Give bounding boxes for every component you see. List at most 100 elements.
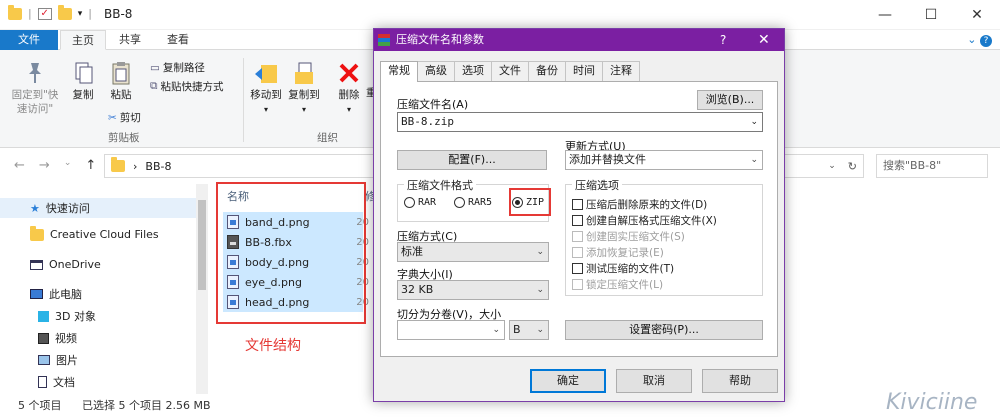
method-select[interactable]: 标准 ⌄ xyxy=(397,242,549,262)
checkbox-solid[interactable]: 创建固实压缩文件(S) xyxy=(572,229,685,244)
search-input[interactable]: 搜索"BB-8" xyxy=(876,154,988,178)
move-to-button[interactable]: 移动到 ▾ xyxy=(248,60,284,117)
selection-info: 已选择 5 个项目 2.56 MB xyxy=(82,399,211,412)
tab-backup[interactable]: 备份 xyxy=(528,61,566,81)
tab-general[interactable]: 常规 xyxy=(380,61,418,82)
tab-view[interactable]: 查看 xyxy=(156,30,200,50)
chevron-down-icon: ⌄ xyxy=(536,285,544,295)
recent-chevron-icon[interactable]: ⌄ xyxy=(64,158,72,173)
paste-shortcut-button[interactable]: ⧉ 粘贴快捷方式 xyxy=(150,79,224,94)
folder-icon xyxy=(30,225,44,241)
checkbox-label: 测试压缩的文件(T) xyxy=(586,263,675,275)
checkbox-icon xyxy=(572,279,583,290)
ok-button[interactable]: 确定 xyxy=(530,369,606,393)
checkbox-recovery[interactable]: 添加恢复记录(E) xyxy=(572,245,664,260)
tab-advanced[interactable]: 高级 xyxy=(417,61,455,81)
copy-label: 复制 xyxy=(72,89,94,101)
radio-label: RAR xyxy=(418,197,437,208)
customize-qat-icon[interactable]: ▾ xyxy=(78,9,83,19)
checkbox-icon xyxy=(572,247,583,258)
cancel-button[interactable]: 取消 xyxy=(616,369,692,393)
sidebar-item-documents[interactable]: 文档 xyxy=(38,374,75,390)
sidebar-item-quick-access[interactable]: ★ 快速访问 xyxy=(0,198,196,218)
sidebar-item-videos[interactable]: 视频 xyxy=(38,330,77,346)
checkbox-delete-after[interactable]: 压缩后删除原来的文件(D) xyxy=(572,197,707,212)
sidebar-item-creative-cloud[interactable]: Creative Cloud Files xyxy=(30,225,159,241)
split-unit-select[interactable]: B ⌄ xyxy=(509,320,549,340)
checkbox-icon xyxy=(572,215,583,226)
update-mode-value: 添加并替换文件 xyxy=(569,153,646,166)
tab-time[interactable]: 时间 xyxy=(565,61,603,81)
chevron-down-icon: ⌄ xyxy=(492,325,500,335)
minimize-button[interactable]: — xyxy=(862,0,908,30)
sidebar-item-this-pc[interactable]: 此电脑 xyxy=(30,286,82,302)
forward-arrow-icon[interactable]: → xyxy=(39,158,50,173)
ribbon-expand-help[interactable]: ⌄ ? xyxy=(967,33,992,47)
dialog-titlebar: 压缩文件名和参数 ? ✕ xyxy=(374,29,784,51)
sidebar-item-pictures[interactable]: 图片 xyxy=(38,352,78,368)
delete-button[interactable]: 删除 ▾ xyxy=(332,60,366,117)
tab-comment[interactable]: 注释 xyxy=(602,61,640,81)
copy-path-button[interactable]: ▭ 复制路径 xyxy=(150,60,205,75)
set-password-button[interactable]: 设置密码(P)... xyxy=(565,320,763,340)
radio-rar5[interactable]: RAR5 xyxy=(454,197,492,208)
tab-home[interactable]: 主页 xyxy=(60,30,106,50)
checkbox-sfx[interactable]: 创建自解压格式压缩文件(X) xyxy=(572,213,717,228)
help-button[interactable]: 帮助 xyxy=(702,369,778,393)
checkbox-test[interactable]: 测试压缩的文件(T) xyxy=(572,261,674,276)
tab-share[interactable]: 共享 xyxy=(108,30,152,50)
separator: | xyxy=(28,7,32,20)
sidebar-scrollbar-thumb[interactable] xyxy=(198,200,206,290)
update-mode-select[interactable]: 添加并替换文件 ⌄ xyxy=(565,150,763,170)
maximize-button[interactable]: ☐ xyxy=(908,0,954,30)
dialog-tabs: 常规 高级 选项 文件 备份 时间 注释 xyxy=(380,61,640,82)
scissors-icon: ✂ xyxy=(108,111,117,124)
new-folder-icon[interactable] xyxy=(57,4,72,20)
split-size-input[interactable]: ⌄ xyxy=(397,320,505,340)
chevron-down-icon[interactable]: ⌄ xyxy=(750,113,758,131)
shortcut-icon: ⧉ xyxy=(150,80,158,92)
dict-value: 32 KB xyxy=(401,283,434,296)
chevron-down-icon: ⌄ xyxy=(536,325,544,335)
checkbox-lock[interactable]: 锁定压缩文件(L) xyxy=(572,277,663,292)
pin-icon xyxy=(29,63,41,83)
cut-button[interactable]: ✂ 剪切 xyxy=(108,110,141,125)
close-button[interactable]: ✕ xyxy=(954,0,1000,30)
sidebar-item-label: 视频 xyxy=(55,332,77,345)
group-separator xyxy=(243,58,244,142)
cut-label: 剪切 xyxy=(119,112,141,124)
copy-button[interactable]: 复制 xyxy=(66,60,100,102)
sidebar-item-label: OneDrive xyxy=(49,258,101,271)
format-group-label: 压缩文件格式 xyxy=(404,177,476,193)
copy-to-button[interactable]: 复制到 ▾ xyxy=(286,60,322,117)
address-dropdown-icon[interactable]: ⌄ xyxy=(828,161,836,171)
tab-files[interactable]: 文件 xyxy=(491,61,529,81)
pin-label-line2: 速访问" xyxy=(16,103,54,115)
window-controls: — ☐ ✕ xyxy=(862,0,1000,30)
paste-button[interactable]: 粘贴 xyxy=(104,60,138,102)
browse-button[interactable]: 浏览(B)... xyxy=(697,90,763,110)
tab-options[interactable]: 选项 xyxy=(454,61,492,81)
properties-icon[interactable]: ✓ xyxy=(37,7,52,20)
checkbox-label: 创建固实压缩文件(S) xyxy=(586,231,685,243)
address-path[interactable]: BB-8 xyxy=(145,160,171,173)
pc-icon xyxy=(30,289,43,299)
watermark: Kiviciine xyxy=(886,390,978,415)
profiles-button[interactable]: 配置(F)... xyxy=(397,150,547,170)
tab-file[interactable]: 文件 xyxy=(0,30,58,50)
archive-name-input[interactable]: BB-8.zip ⌄ xyxy=(397,112,763,132)
sidebar-item-onedrive[interactable]: OneDrive xyxy=(30,258,101,271)
dialog-help-button[interactable]: ? xyxy=(720,29,726,51)
move-to-icon xyxy=(255,65,277,83)
dict-select[interactable]: 32 KB ⌄ xyxy=(397,280,549,300)
folder-icon xyxy=(111,157,125,172)
dialog-close-button[interactable]: ✕ xyxy=(758,29,770,51)
sidebar-item-3d-objects[interactable]: 3D 对象 xyxy=(38,308,96,324)
annotation-label: 文件结构 xyxy=(245,338,301,354)
up-arrow-icon[interactable]: ↑ xyxy=(85,158,96,173)
back-arrow-icon[interactable]: ← xyxy=(14,158,25,173)
options-group-label: 压缩选项 xyxy=(572,177,622,193)
radio-rar[interactable]: RAR xyxy=(404,197,436,208)
pin-quick-access-button[interactable]: 固定到"快 速访问" xyxy=(6,60,64,116)
refresh-icon[interactable]: ↻ xyxy=(848,160,857,173)
